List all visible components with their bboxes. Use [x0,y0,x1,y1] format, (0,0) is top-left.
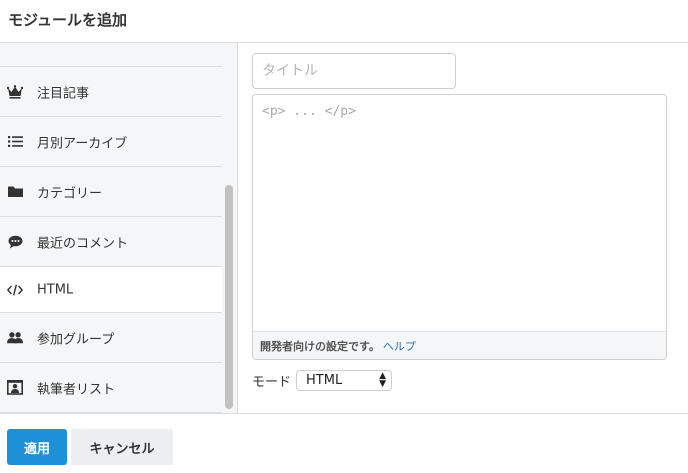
select-arrows-icon: ▲ ▼ [379,370,387,389]
module-list-top [0,43,222,67]
mode-select[interactable]: HTML ▲ ▼ [296,369,393,391]
dialog-header: モジュールを追加 [0,0,688,43]
sidebar-item-label: 執筆者リスト [37,382,116,397]
list-icon [7,134,23,150]
comment-icon [7,234,23,250]
dialog-footer: 適用 キャンセル [0,413,688,473]
cancel-button[interactable]: キャンセル [71,429,173,465]
sidebar-item-author-list[interactable]: 執筆者リスト [0,363,222,413]
sidebar-item-category[interactable]: カテゴリー [0,167,222,217]
sidebar-item-label: 最近のコメント [37,236,129,251]
sidebar-item-label: 月別アーカイブ [37,136,128,151]
module-sidebar[interactable]: 注目記事 月別アーカイブ カテゴリー 最近のコメント HTML 参加グループ 執… [0,43,238,413]
html-textarea[interactable] [253,95,666,332]
crown-icon [7,84,23,100]
dialog-body: 注目記事 月別アーカイブ カテゴリー 最近のコメント HTML 参加グループ 執… [0,43,688,413]
sidebar-item-label: 参加グループ [37,332,115,347]
dialog-title: モジュールを追加 [8,11,127,29]
code-icon [7,282,23,298]
title-input[interactable] [252,53,456,89]
developer-note: 開発者向けの設定です。 [260,340,380,353]
sidebar-item-html[interactable]: HTML [0,267,222,313]
apply-button[interactable]: 適用 [7,429,67,465]
sidebar-item-label: カテゴリー [37,186,103,201]
mode-row: モード HTML ▲ ▼ [252,369,393,391]
sidebar-item-label: HTML [37,282,74,297]
sidebar-item-joined-groups[interactable]: 参加グループ [0,313,222,363]
html-editor-footer: 開発者向けの設定です。 ヘルプ [253,331,666,359]
contact-card-icon [7,380,23,396]
sidebar-item-featured-articles[interactable]: 注目記事 [0,67,222,117]
sidebar-item-monthly-archive[interactable]: 月別アーカイブ [0,117,222,167]
group-icon [7,330,23,346]
sidebar-item-label: 注目記事 [37,86,90,101]
mode-selected-value: HTML [306,372,343,388]
mode-label: モード [252,374,292,390]
folder-icon [7,184,23,200]
html-editor-box: 開発者向けの設定です。ヘルプ [252,94,667,360]
sidebar-item-recent-comments[interactable]: 最近のコメント [0,217,222,267]
sidebar-scrollbar[interactable] [225,185,233,409]
module-editor: 開発者向けの設定です。ヘルプ モード HTML ▲▼ [239,43,688,413]
module-list: 注目記事 月別アーカイブ カテゴリー 最近のコメント HTML 参加グループ 執… [0,43,222,413]
help-link[interactable]: ヘルプ [383,340,416,353]
